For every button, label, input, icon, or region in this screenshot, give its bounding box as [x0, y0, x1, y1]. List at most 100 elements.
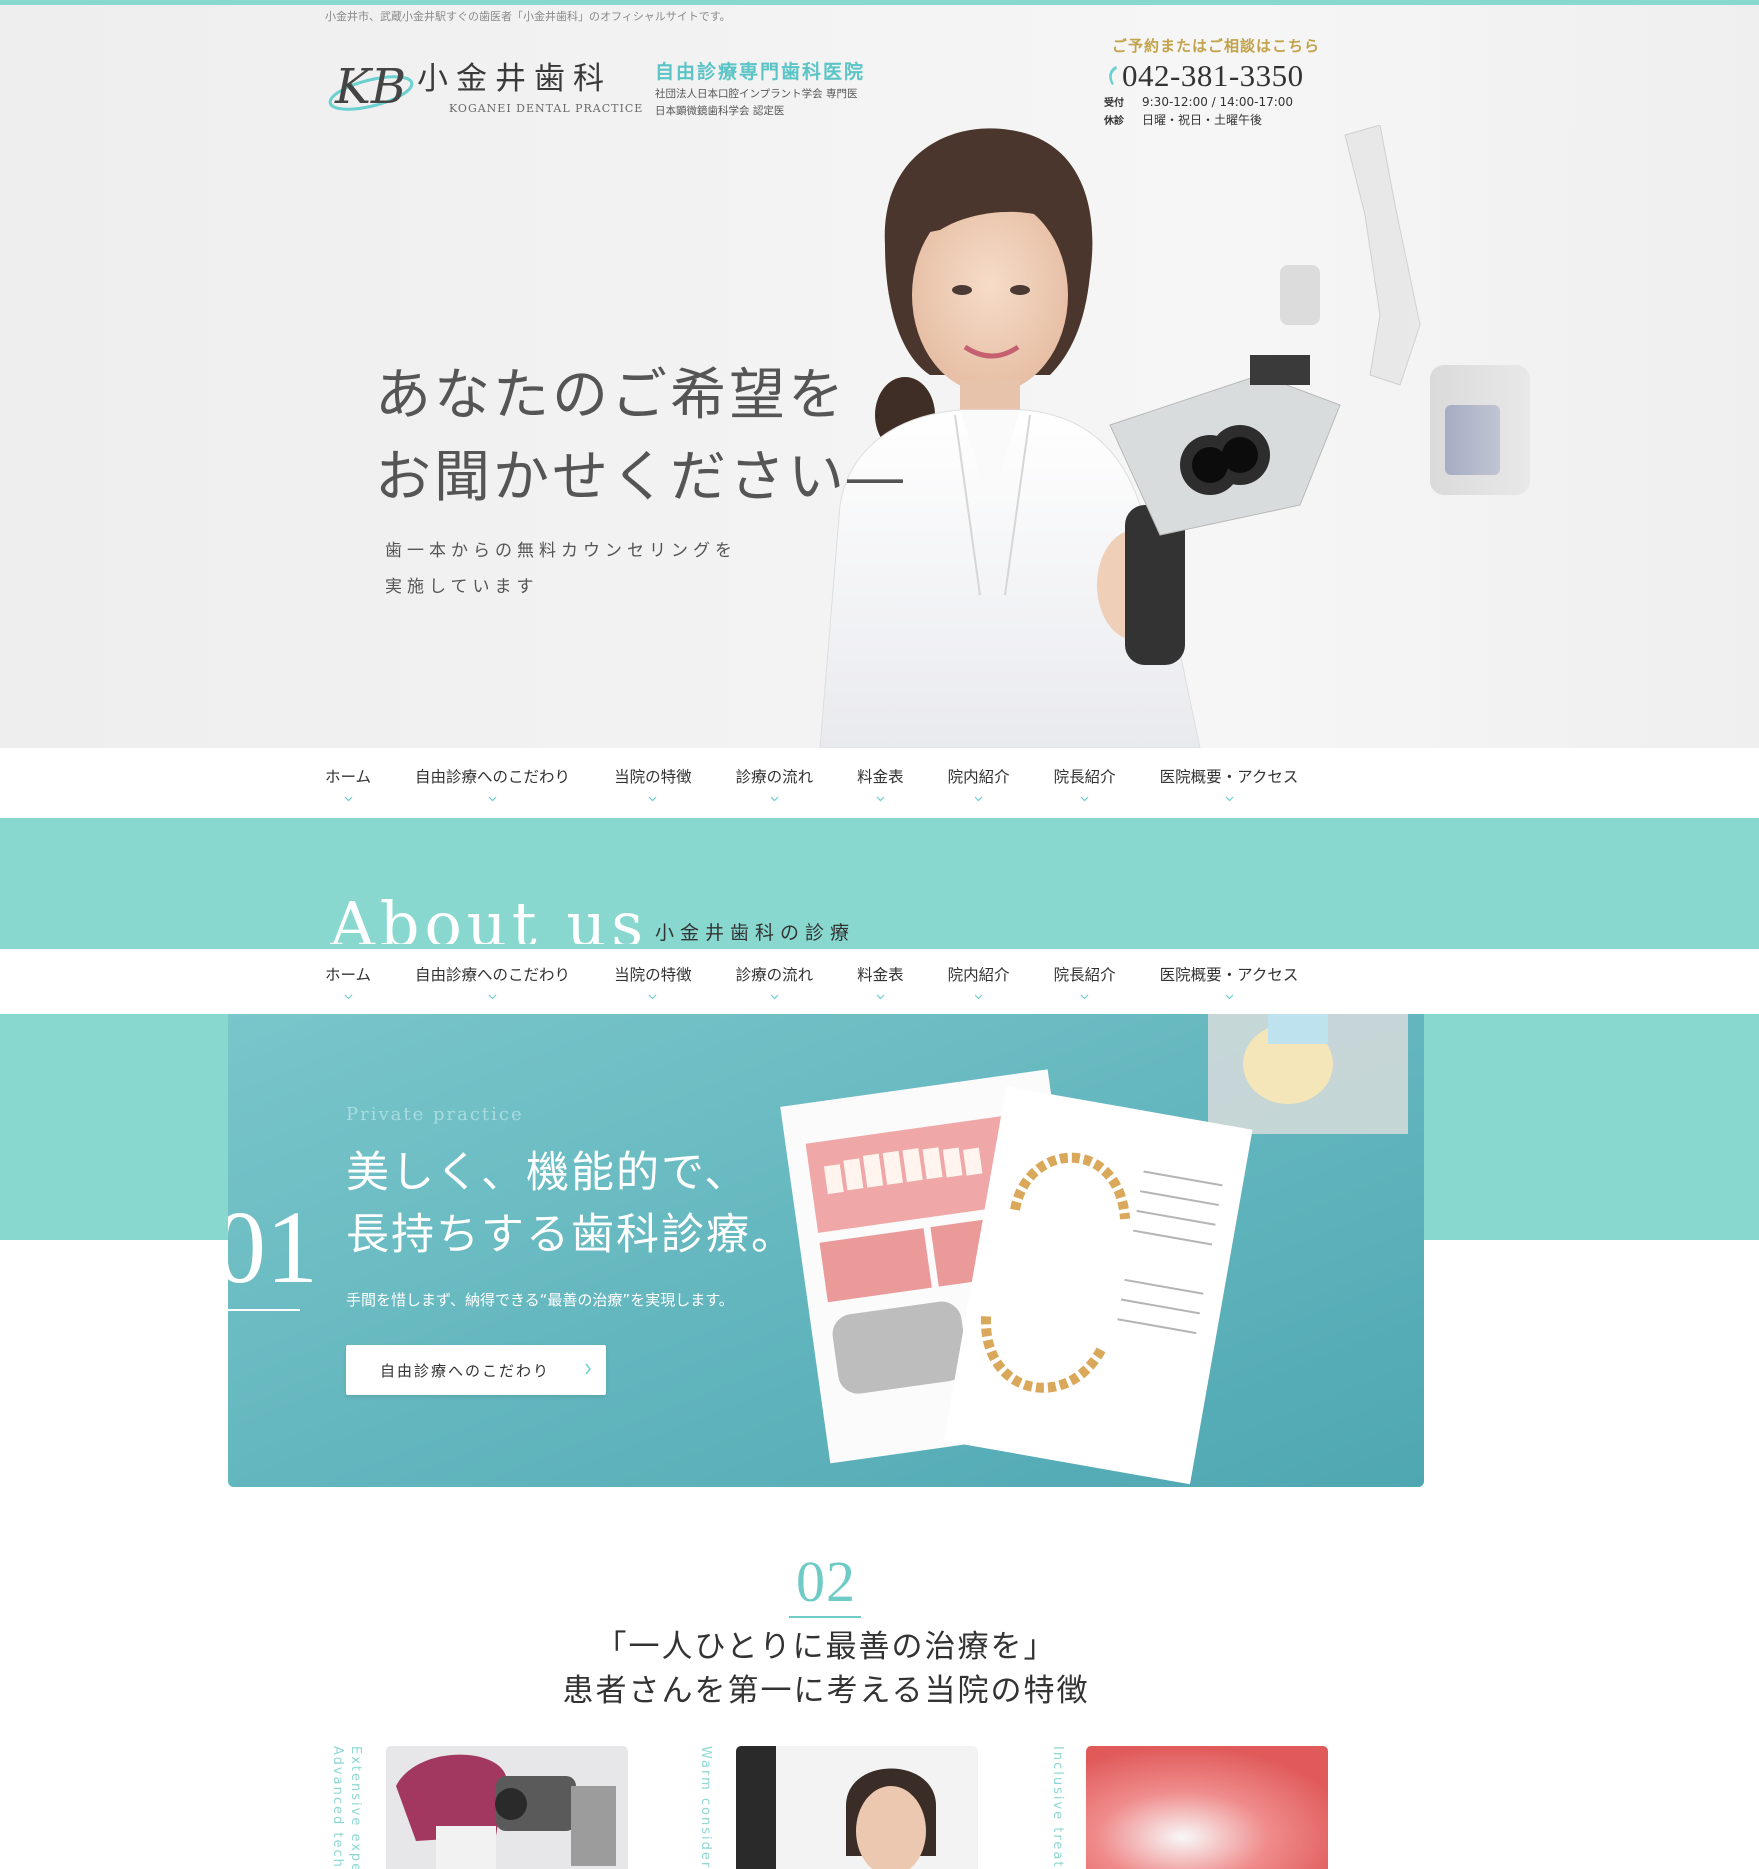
hero: 小金井市、武蔵小金井駅すぐの歯医者「小金井歯科」のオフィシャルサイトです。 KB…: [0, 5, 1759, 748]
button-label: 自由診療へのこだわり: [380, 1361, 551, 1380]
contact-block: ご予約またはご相談はこちら 042-381-3350 受付 9:30-12:00 …: [1104, 35, 1344, 130]
chevron-down-icon: [876, 994, 885, 1000]
cert-implant: 社団法人日本口腔インプラント学会 専門医: [655, 88, 858, 100]
hero-subtext-line1: 歯一本からの無料カウンセリングを: [385, 541, 737, 561]
nav-item-director[interactable]: 院長紹介: [1054, 748, 1116, 818]
feature-inclusive-photo: [1086, 1746, 1328, 1869]
phone-icon: [1109, 66, 1117, 85]
logo-name: 小金井歯科: [417, 61, 612, 97]
card-heading: 美しく、機能的で、 長持ちする歯科診療。: [346, 1142, 796, 1266]
private-practice-card: Private practice 美しく、機能的で、 長持ちする歯科診療。 01…: [228, 1014, 1424, 1487]
nav-label: 院長紹介: [1053, 767, 1116, 786]
about-band: [0, 818, 1759, 949]
main-nav: ホーム 自由診療へのこだわり 当院の特徴 診療の流れ 料金表 院内紹介 院長紹介…: [0, 748, 1759, 818]
nav-label: 当院の特徴: [614, 767, 692, 786]
chevron-down-icon: [1080, 994, 1089, 1000]
section2-title-line1: 「一人ひとりに最善の治療を」: [595, 1629, 1057, 1665]
nav-item-private-practice[interactable]: 自由診療へのこだわり: [415, 949, 570, 1014]
chevron-down-icon: [876, 796, 885, 801]
nav-label: 院内紹介: [947, 767, 1010, 786]
chevron-down-icon: [648, 796, 657, 801]
feature-warm-photo: [736, 1746, 978, 1869]
nav-label: 料金表: [857, 767, 904, 786]
hero-heading-line2: お聞かせください―: [375, 445, 906, 510]
section2-title: 「一人ひとりに最善の治療を」 患者さんを第一に考える当院の特徴: [0, 1625, 1652, 1713]
chevron-down-icon: [344, 796, 352, 801]
nav-item-access[interactable]: 医院概要・アクセス: [1159, 748, 1299, 818]
nav-label: 診療の流れ: [735, 966, 814, 984]
nav-label: 料金表: [857, 966, 904, 984]
phone-number[interactable]: 042-381-3350: [1122, 58, 1304, 94]
feature-vertical-label: Advanced techn: [330, 1746, 345, 1869]
sticky-nav: ホーム 自由診療へのこだわり 当院の特徴 診療の流れ 料金表 院内紹介 院長紹介…: [0, 949, 1759, 1014]
nav-item-director[interactable]: 院長紹介: [1054, 949, 1116, 1014]
nav-label: 当院の特徴: [614, 966, 692, 984]
kb-logo-icon: KB: [328, 59, 414, 115]
about-heading-jp: 小金井歯科の診療: [655, 922, 856, 944]
hero-subtext: 歯一本からの無料カウンセリングを 実施しています: [385, 533, 737, 605]
nav-label: 院内紹介: [947, 966, 1010, 984]
nav-label: 診療の流れ: [735, 767, 814, 786]
nav-item-clinic-tour[interactable]: 院内紹介: [948, 949, 1010, 1014]
nav-item-flow[interactable]: 診療の流れ: [735, 748, 814, 818]
nav-item-pricing[interactable]: 料金表: [857, 748, 904, 818]
phone-row[interactable]: 042-381-3350: [1104, 58, 1344, 94]
hours-label: 受付: [1104, 98, 1124, 109]
card-heading-line1: 美しく、機能的で、: [346, 1148, 750, 1198]
feature-advanced-photo: [386, 1746, 628, 1869]
card-heading-line2: 長持ちする歯科診療。: [346, 1210, 796, 1260]
nav-item-clinic-tour[interactable]: 院内紹介: [948, 748, 1010, 818]
about-heading-en: About us: [330, 888, 649, 944]
hero-subtext-line2: 実施しています: [385, 577, 539, 597]
section2-number: 02: [796, 1549, 856, 1614]
chevron-down-icon: [770, 796, 779, 801]
feature-vertical-label: Inclusive treatm: [1050, 1746, 1065, 1869]
contact-label: ご予約またはご相談はこちら: [1112, 37, 1321, 55]
nav-item-home[interactable]: ホーム: [325, 949, 371, 1014]
chevron-down-icon: [770, 994, 779, 1000]
chevron-down-icon: [1225, 994, 1233, 1000]
nav-item-home[interactable]: ホーム: [325, 748, 371, 818]
nav-item-features[interactable]: 当院の特徴: [614, 748, 692, 818]
hours-value: 9:30-12:00 / 14:00-17:00: [1142, 95, 1294, 109]
nav-label: ホーム: [325, 767, 372, 786]
card-number-underline: [228, 1309, 300, 1311]
chevron-down-icon: [1080, 796, 1089, 801]
section2-underline: [789, 1616, 861, 1618]
card-number: 01: [228, 1190, 318, 1305]
nav-label: 自由診療へのこだわり: [415, 966, 571, 984]
nav-item-private-practice[interactable]: 自由診療へのこだわり: [415, 748, 570, 818]
nav-item-features[interactable]: 当院の特徴: [614, 949, 692, 1014]
feature-vertical-label: Warm consider: [698, 1746, 713, 1869]
card-en-label: Private practice: [346, 1104, 524, 1125]
nav-item-flow[interactable]: 診療の流れ: [735, 949, 814, 1014]
svg-text:KB: KB: [334, 59, 406, 115]
nav-item-pricing[interactable]: 料金表: [857, 949, 904, 1014]
hero-heading: あなたのご希望を お聞かせください―: [375, 355, 906, 519]
cert-microscope: 日本顕微鏡歯科学会 認定医: [655, 105, 785, 117]
nav-label: 医院概要・アクセス: [1159, 966, 1299, 984]
nav-label: 医院概要・アクセス: [1159, 767, 1299, 786]
logo-subtitle: 自由診療専門歯科医院: [655, 61, 866, 83]
card-description: 手間を惜しまず、納得できる“最善の治療”を実現します。: [346, 1291, 734, 1309]
private-practice-button[interactable]: 自由診療へのこだわり: [346, 1345, 606, 1395]
hours-row: 受付 9:30-12:00 / 14:00-17:00: [1104, 94, 1344, 112]
chevron-down-icon: [648, 994, 657, 1000]
site-logo[interactable]: KB 小金井歯科 KOGANEI DENTAL PRACTICE 自由診療専門歯…: [325, 49, 885, 129]
feature-vertical-label-2: Extensive exper: [348, 1746, 363, 1869]
chevron-down-icon: [974, 994, 983, 1000]
nav-item-access[interactable]: 医院概要・アクセス: [1159, 949, 1299, 1014]
chevron-down-icon: [488, 796, 497, 801]
chevron-down-icon: [1225, 796, 1233, 801]
nav-label: 自由診療へのこだわり: [415, 767, 571, 786]
hero-heading-line1: あなたのご希望を: [375, 363, 847, 428]
section2-title-line2: 患者さんを第一に考える当院の特徴: [562, 1673, 1090, 1709]
chevron-down-icon: [488, 994, 497, 1000]
nav-label: ホーム: [325, 966, 372, 984]
nav-label: 院長紹介: [1053, 966, 1116, 984]
chevron-down-icon: [974, 796, 983, 801]
site-tagline: 小金井市、武蔵小金井駅すぐの歯医者「小金井歯科」のオフィシャルサイトです。: [325, 10, 731, 23]
chevron-down-icon: [344, 994, 352, 1000]
certifications: 社団法人日本口腔インプラント学会 専門医 日本顕微鏡歯科学会 認定医: [655, 86, 858, 120]
chevron-right-icon: [585, 1363, 591, 1375]
